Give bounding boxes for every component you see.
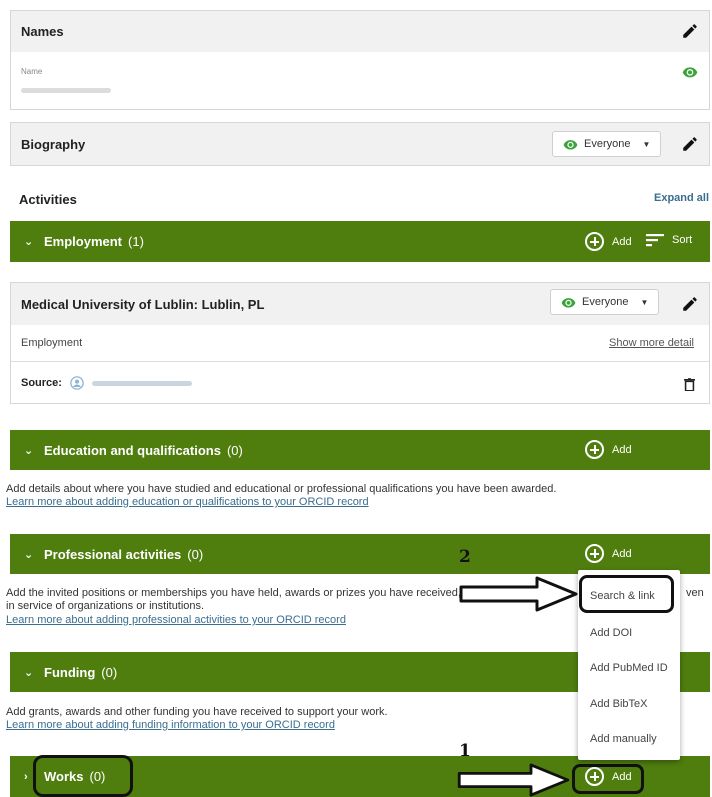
biography-visibility-select[interactable]: Everyone ▼ [552, 131, 662, 157]
education-description: Add details about where you have studied… [6, 483, 557, 495]
education-title: Education and qualifications [44, 442, 221, 458]
edit-pencil-icon[interactable] [681, 135, 699, 153]
works-add-highlight-box [572, 764, 644, 794]
add-circle-icon [585, 232, 604, 251]
annotation-step-2: 2 [459, 547, 471, 567]
chevron-down-icon: ⌄ [24, 444, 34, 457]
employment-sort-button[interactable]: Sort [646, 233, 692, 247]
education-add-button[interactable]: Add [585, 440, 632, 459]
names-card: Names Name [10, 10, 710, 110]
dropdown-item-add-manually[interactable]: Add manually [578, 733, 680, 745]
funding-description: Add grants, awards and other funding you… [6, 706, 388, 718]
professional-description-line2: in service of organizations or instituti… [6, 600, 205, 612]
employment-visibility-select[interactable]: Everyone ▼ [550, 289, 660, 315]
sort-icon [646, 234, 664, 247]
chevron-down-icon: ⌄ [24, 548, 34, 561]
dropdown-item-add-doi[interactable]: Add DOI [578, 627, 680, 639]
biography-title: Biography [21, 136, 86, 152]
biography-header: Biography Everyone ▼ [11, 123, 709, 165]
name-value-blurred [21, 83, 111, 97]
employment-item-title: Medical University of Lublin: Lublin, PL [21, 296, 265, 312]
biography-card: Biography Everyone ▼ [10, 122, 710, 166]
source-name-blurred [91, 380, 192, 386]
sort-label: Sort [672, 234, 693, 246]
annotation-step-1: 1 [459, 741, 471, 761]
professional-desc-part1: Add the invited positions or memberships… [6, 587, 446, 599]
employment-item-header: Medical University of Lublin: Lublin, PL… [11, 283, 709, 325]
employment-title: Employment [44, 234, 123, 249]
visibility-eye-icon [561, 297, 576, 307]
employment-add-button[interactable]: Add [585, 232, 632, 251]
education-section-bar[interactable]: ⌄ Education and qualifications (0) Add [10, 430, 710, 470]
add-circle-icon [585, 440, 604, 459]
user-avatar-icon [70, 376, 84, 390]
dropdown-item-add-bibtex[interactable]: Add BibTeX [578, 698, 680, 710]
names-header: Names [11, 11, 709, 52]
professional-count: (0) [187, 546, 204, 562]
add-label: Add [612, 547, 632, 560]
source-row: Source: [21, 376, 192, 390]
delete-trash-icon[interactable] [684, 378, 695, 391]
visibility-label: Everyone [584, 138, 631, 150]
professional-description-line1: Add the invited positions or memberships… [6, 587, 533, 600]
funding-learn-more-link[interactable]: Learn more about adding funding informat… [6, 719, 335, 732]
education-count: (0) [226, 442, 243, 458]
caret-down-icon: ▼ [642, 139, 651, 149]
education-learn-more-link[interactable]: Learn more about adding education or qua… [6, 496, 369, 509]
search-link-highlight-box [579, 575, 674, 613]
visibility-eye-icon [563, 139, 578, 149]
add-label: Add [612, 235, 632, 248]
activities-title: Activities [19, 192, 77, 207]
source-label: Source: [21, 377, 62, 389]
caret-down-icon: ▼ [640, 297, 649, 307]
professional-learn-more-link[interactable]: Learn more about adding professional act… [6, 614, 346, 627]
works-highlight-box [33, 755, 133, 797]
funding-count: (0) [101, 664, 118, 680]
add-circle-icon [585, 544, 604, 563]
dropdown-item-add-pubmed-id[interactable]: Add PubMed ID [578, 662, 680, 674]
edit-pencil-icon[interactable] [681, 295, 699, 313]
employment-count: (1) [128, 234, 144, 249]
names-title: Names [21, 24, 64, 39]
professional-section-bar[interactable]: ⌄ Professional activities (0) Add [10, 534, 710, 574]
funding-title: Funding [44, 664, 96, 680]
professional-add-button[interactable]: Add [585, 544, 632, 563]
employment-type-label: Employment [21, 337, 83, 349]
employment-section-bar[interactable]: ⌄ Employment (1) Add Sort [10, 221, 710, 262]
add-label: Add [612, 443, 632, 456]
annotation-arrow-1 [457, 763, 570, 797]
row-divider [11, 361, 709, 362]
annotation-arrow-2 [459, 576, 578, 612]
visibility-eye-icon[interactable] [682, 64, 698, 80]
expand-all-link[interactable]: Expand all [654, 192, 709, 204]
show-more-detail-link[interactable]: Show more detail [609, 337, 694, 349]
chevron-down-icon: ⌄ [24, 236, 34, 248]
name-field-label: Name [21, 67, 43, 76]
employment-item-card: Medical University of Lublin: Lublin, PL… [10, 282, 710, 404]
professional-description-end: ven [686, 587, 704, 599]
professional-title: Professional activities [44, 546, 182, 562]
edit-pencil-icon[interactable] [681, 22, 699, 40]
chevron-down-icon: ⌄ [24, 666, 34, 679]
visibility-label: Everyone [582, 296, 629, 308]
